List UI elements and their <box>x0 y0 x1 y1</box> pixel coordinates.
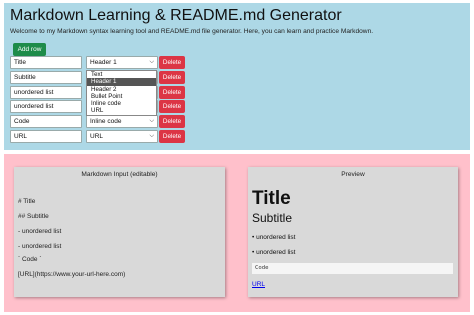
output-section: Markdown Input (editable) # Title ## Sub… <box>4 154 470 312</box>
markdown-panel-title: Markdown Input (editable) <box>81 171 158 178</box>
row-text-input[interactable]: Subtitle <box>10 71 82 84</box>
markdown-input-panel[interactable]: Markdown Input (editable) # Title ## Sub… <box>14 167 225 297</box>
preview-panel-title: Preview <box>341 171 365 178</box>
row-text-input[interactable]: Code <box>10 115 82 128</box>
markdown-line: ` Code ` <box>18 256 42 263</box>
dropdown-option-highlighted[interactable]: Header 1 <box>87 78 156 86</box>
preview-link[interactable]: URL <box>252 281 265 288</box>
preview-list-item: • unordered list <box>252 234 296 241</box>
delete-button[interactable]: Delete <box>159 100 185 113</box>
row-type-select[interactable]: URL ⌵ <box>86 130 158 143</box>
delete-button[interactable]: Delete <box>159 86 185 99</box>
preview-list-item: • unordered list <box>252 249 296 256</box>
preview-heading-1: Title <box>252 188 291 209</box>
add-row-button[interactable]: Add row <box>13 43 46 56</box>
chevron-down-icon: ⌵ <box>149 59 154 65</box>
delete-button[interactable]: Delete <box>159 115 185 128</box>
markdown-line: # Title <box>18 198 36 205</box>
row-type-value: Inline code <box>90 118 122 125</box>
markdown-line: ## Subtitle <box>18 213 49 220</box>
dropdown-option[interactable]: URL <box>87 107 156 114</box>
preview-code: Code <box>252 263 453 274</box>
delete-button[interactable]: Delete <box>159 130 185 143</box>
chevron-down-icon: ⌵ <box>149 118 154 124</box>
dropdown-option[interactable]: Inline code <box>87 100 156 107</box>
chevron-down-icon: ⌵ <box>149 133 154 139</box>
type-dropdown-list[interactable]: Text Header 1 Header 2 Bullet Point Inli… <box>86 70 157 116</box>
markdown-line: [URL](https://www.your-url-here.com) <box>18 271 126 278</box>
row-text-input[interactable]: Title <box>10 56 82 69</box>
row-text-input[interactable]: unordered list <box>10 100 82 113</box>
delete-button[interactable]: Delete <box>159 71 185 84</box>
dropdown-option[interactable]: Header 2 <box>87 86 156 93</box>
intro-text: Welcome to my Markdown syntax learning t… <box>10 28 374 35</box>
row-text-input[interactable]: unordered list <box>10 86 82 99</box>
row-type-select[interactable]: Header 1 ⌵ <box>86 56 158 69</box>
markdown-line: - unordered list <box>18 243 62 250</box>
delete-button[interactable]: Delete <box>159 56 185 69</box>
preview-panel: Preview Title Subtitle • unordered list … <box>248 167 458 297</box>
row-type-value: URL <box>90 133 104 140</box>
row-type-value: Header 1 <box>90 59 117 66</box>
markdown-line: - unordered list <box>18 228 62 235</box>
row-text-input[interactable]: URL <box>10 130 82 143</box>
row-type-select[interactable]: Inline code ⌵ <box>86 115 158 128</box>
dropdown-option[interactable]: Bullet Point <box>87 93 156 100</box>
page-title: Markdown Learning & README.md Generator <box>10 7 342 24</box>
preview-heading-2: Subtitle <box>252 211 293 225</box>
dropdown-option[interactable]: Text <box>87 71 156 78</box>
